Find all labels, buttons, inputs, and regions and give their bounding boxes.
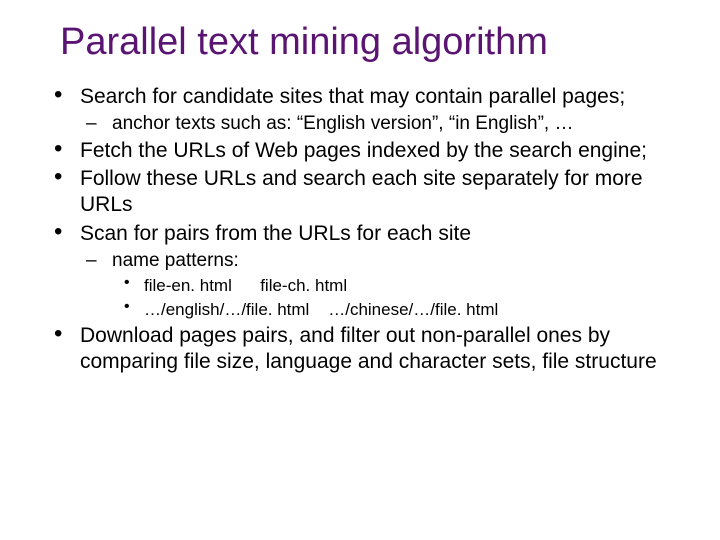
slide-title: Parallel text mining algorithm — [60, 22, 680, 64]
bullet-text: …/english/…/file. html …/chinese/…/file.… — [144, 300, 498, 319]
bullet-text: Scan for pairs from the URLs for each si… — [80, 222, 471, 245]
list-item: Search for candidate sites that may cont… — [40, 84, 680, 136]
list-item: Follow these URLs and search each site s… — [40, 166, 680, 219]
slide: Parallel text mining algorithm Search fo… — [0, 0, 720, 540]
bullet-text: anchor texts such as: “English version”,… — [112, 113, 573, 134]
list-item: Scan for pairs from the URLs for each si… — [40, 221, 680, 321]
bullet-text: file-en. html file-ch. html — [144, 276, 347, 295]
bullet-text: Follow these URLs and search each site s… — [80, 167, 643, 216]
list-item: name patterns: file-en. html file-ch. ht… — [80, 249, 680, 321]
list-item: …/english/…/file. html …/chinese/…/file.… — [112, 299, 680, 321]
bullet-list: Search for candidate sites that may cont… — [40, 84, 680, 375]
sub-list: name patterns: file-en. html file-ch. ht… — [80, 249, 680, 321]
bullet-text: Search for candidate sites that may cont… — [80, 85, 625, 108]
list-item: Download pages pairs, and filter out non… — [40, 323, 680, 376]
bullet-text: name patterns: — [112, 250, 239, 271]
sub-sub-list: file-en. html file-ch. html …/english/…/… — [112, 275, 680, 321]
list-item: Fetch the URLs of Web pages indexed by t… — [40, 138, 680, 164]
bullet-text: Download pages pairs, and filter out non… — [80, 324, 657, 373]
list-item: file-en. html file-ch. html — [112, 275, 680, 297]
sub-list: anchor texts such as: “English version”,… — [80, 112, 680, 136]
bullet-text: Fetch the URLs of Web pages indexed by t… — [80, 139, 647, 162]
list-item: anchor texts such as: “English version”,… — [80, 112, 680, 136]
